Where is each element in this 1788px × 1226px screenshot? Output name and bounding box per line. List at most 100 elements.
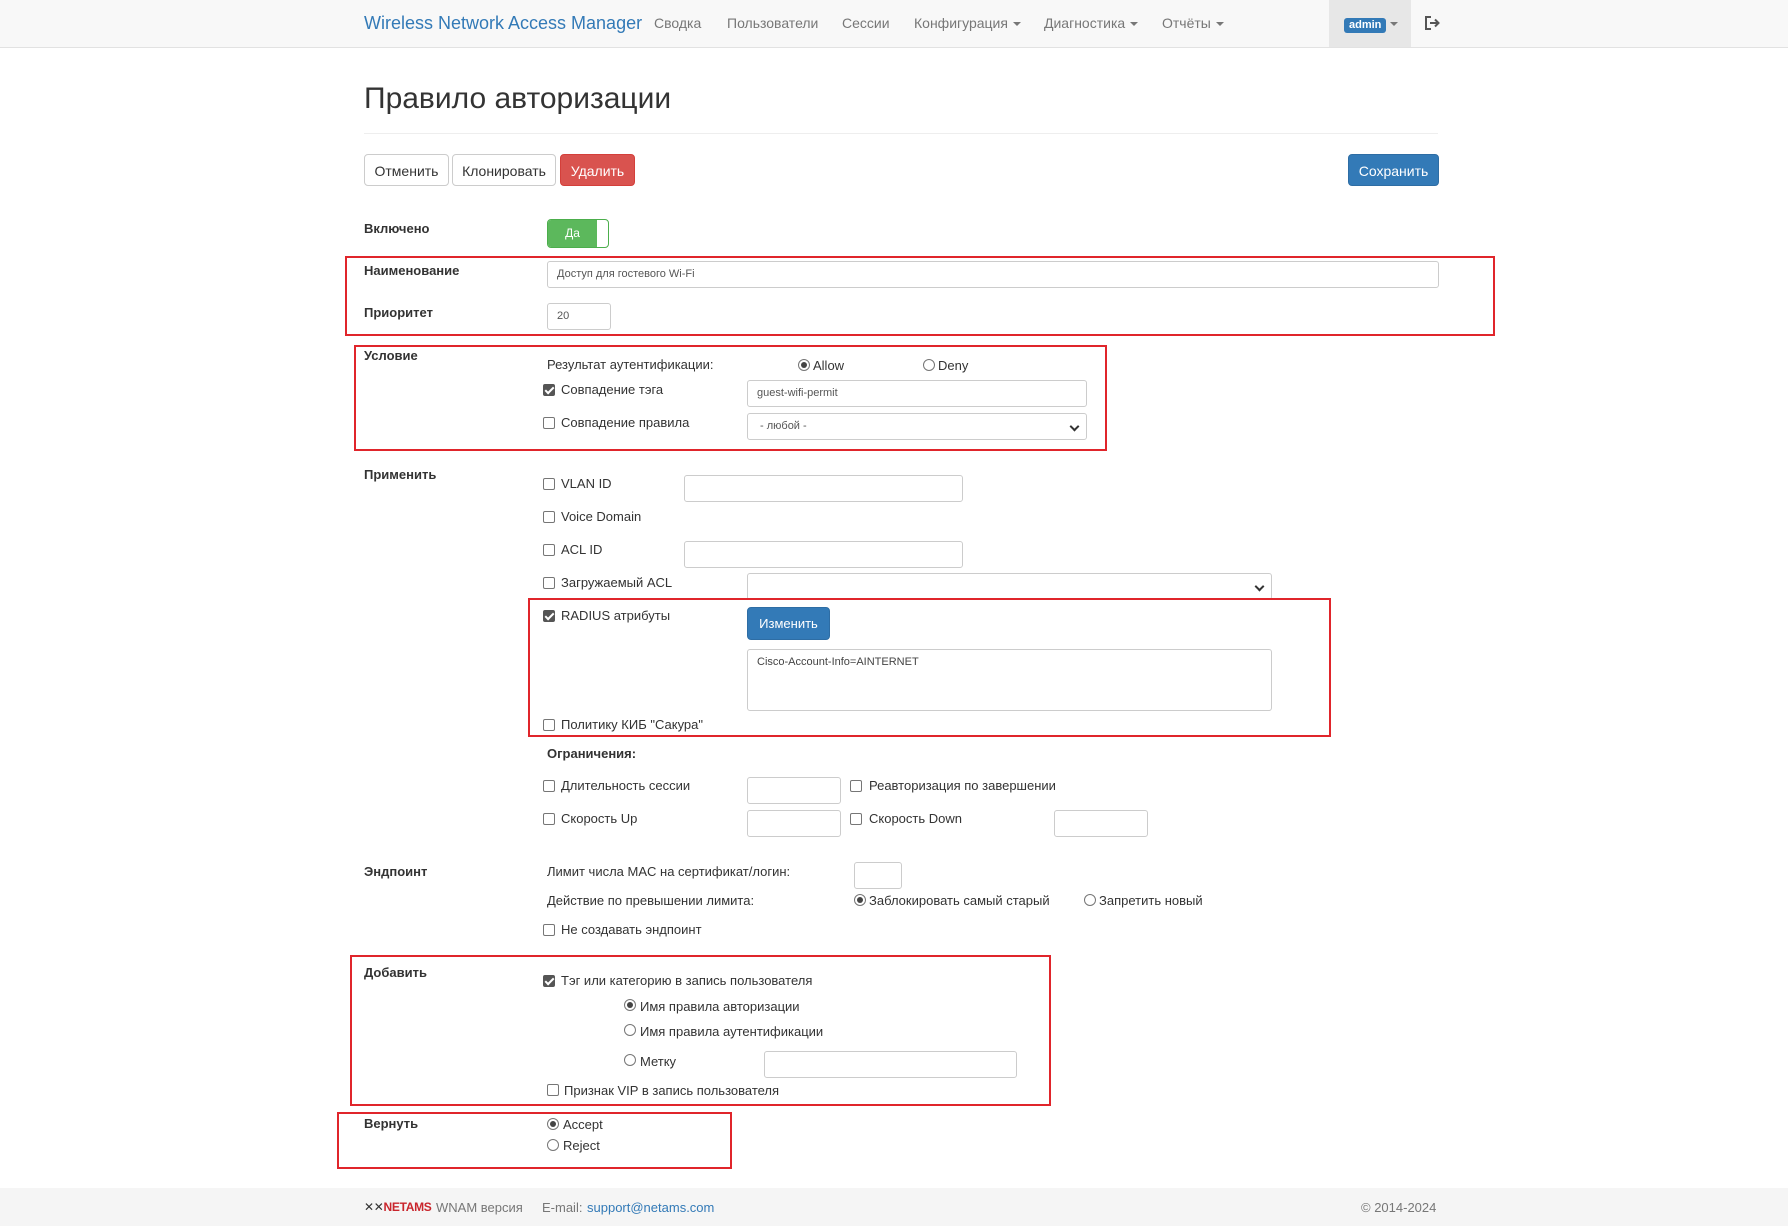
endpoint-label: Эндпоинт <box>364 864 428 879</box>
caret-down-icon <box>1012 22 1021 27</box>
no-create-endpoint-checkbox[interactable] <box>543 924 555 936</box>
apply-label: Применить <box>364 467 437 482</box>
delete-button[interactable]: Удалить <box>560 154 635 186</box>
priority-input[interactable]: 20 <box>547 303 611 330</box>
mark-input[interactable] <box>764 1051 1017 1078</box>
deny-label: Deny <box>938 358 969 373</box>
netams-logo: ✕✕NETAMS <box>364 1200 432 1214</box>
block-oldest-radio[interactable] <box>854 894 866 906</box>
user-badge: admin <box>1344 18 1387 33</box>
acl-id-checkbox[interactable] <box>543 544 555 556</box>
logo-mark-icon: ✕✕ <box>364 1200 384 1214</box>
reject-radio[interactable] <box>547 1139 559 1151</box>
nav-users[interactable]: Пользователи <box>727 15 818 31</box>
voice-domain-checkbox[interactable] <box>543 511 555 523</box>
auth-result-label: Результат аутентификации: <box>547 357 714 372</box>
authn-rule-name-radio[interactable] <box>624 1024 636 1036</box>
limit-action-label: Действие по превышении лимита: <box>547 893 755 908</box>
no-create-endpoint-label: Не создавать эндпоинт <box>561 922 702 937</box>
rule-match-label: Совпадение правила <box>561 415 690 430</box>
cancel-button[interactable]: Отменить <box>364 154 449 186</box>
vlan-id-checkbox[interactable] <box>543 478 555 490</box>
mac-limit-input[interactable] <box>854 862 902 889</box>
add-label: Добавить <box>364 965 427 980</box>
sakura-policy-label: Политику КИБ "Сакура" <box>561 717 703 732</box>
speed-down-checkbox[interactable] <box>850 813 862 825</box>
save-button[interactable]: Сохранить <box>1348 154 1439 186</box>
toggle-on-label: Да <box>548 220 597 247</box>
enabled-toggle[interactable]: Да <box>547 219 609 248</box>
nav-config[interactable]: Конфигурация <box>914 15 1021 31</box>
tag-match-label: Совпадение тэга <box>561 382 664 397</box>
voice-domain-label: Voice Domain <box>561 509 642 524</box>
footer-copyright: © 2014-2024 <box>1361 1200 1437 1215</box>
chevron-down-icon <box>1069 421 1080 432</box>
accept-label: Accept <box>563 1117 603 1132</box>
radius-attrs-checkbox[interactable] <box>543 610 555 622</box>
footer-version: WNAM версия <box>436 1200 523 1215</box>
caret-down-icon <box>1130 22 1139 27</box>
allow-radio[interactable] <box>798 359 810 371</box>
mark-label: Метку <box>640 1054 677 1069</box>
name-label: Наименование <box>364 263 460 278</box>
tag-category-checkbox[interactable] <box>543 975 555 987</box>
authn-rule-name-label: Имя правила аутентификации <box>640 1024 824 1039</box>
radius-attrs-textarea[interactable]: Cisco-Account-Info=AINTERNET <box>747 649 1272 711</box>
footer: ✕✕NETAMS WNAM версия E-mail: support@net… <box>0 1188 1788 1226</box>
rule-match-value: - любой - <box>760 420 807 432</box>
footer-email-label: E-mail: <box>542 1200 583 1215</box>
footer-email-link[interactable]: support@netams.com <box>587 1200 714 1215</box>
speed-up-label: Скорость Up <box>561 811 638 826</box>
sakura-policy-checkbox[interactable] <box>543 719 555 731</box>
nav-summary[interactable]: Сводка <box>654 15 701 31</box>
rule-match-select[interactable]: - любой - <box>747 413 1087 440</box>
speed-down-label: Скорость Down <box>869 811 962 826</box>
session-duration-checkbox[interactable] <box>543 780 555 792</box>
deny-new-radio[interactable] <box>1084 894 1096 906</box>
logout-icon[interactable] <box>1423 14 1441 32</box>
edit-radius-button[interactable]: Изменить <box>747 607 830 640</box>
downloadable-acl-label: Загружаемый ACL <box>561 575 673 590</box>
nav-reports[interactable]: Отчёты <box>1162 15 1224 31</box>
vlan-id-label: VLAN ID <box>561 476 612 491</box>
accept-radio[interactable] <box>547 1118 559 1130</box>
tag-match-checkbox[interactable] <box>543 384 555 396</box>
rule-match-checkbox[interactable] <box>543 417 555 429</box>
caret-down-icon <box>1390 22 1398 26</box>
divider <box>364 133 1438 134</box>
acl-id-input[interactable] <box>684 541 963 568</box>
vlan-id-input[interactable] <box>684 475 963 502</box>
nav-config-label: Конфигурация <box>914 15 1008 31</box>
session-duration-input[interactable] <box>747 777 841 804</box>
authz-rule-name-label: Имя правила авторизации <box>640 999 800 1014</box>
downloadable-acl-checkbox[interactable] <box>543 577 555 589</box>
downloadable-acl-select[interactable] <box>747 573 1272 600</box>
reauth-checkbox[interactable] <box>850 780 862 792</box>
mark-radio[interactable] <box>624 1054 636 1066</box>
speed-down-input[interactable] <box>1054 810 1148 837</box>
tag-match-input[interactable]: guest-wifi-permit <box>747 380 1087 407</box>
page-title: Правило авторизации <box>364 82 672 115</box>
speed-up-checkbox[interactable] <box>543 813 555 825</box>
user-menu[interactable]: admin <box>1329 0 1411 47</box>
caret-down-icon <box>1215 22 1224 27</box>
authz-rule-name-radio[interactable] <box>624 999 636 1011</box>
priority-label: Приоритет <box>364 305 433 320</box>
clone-button[interactable]: Клонировать <box>452 154 556 186</box>
name-input[interactable]: Доступ для гостевого Wi-Fi <box>547 261 1439 288</box>
brand-link[interactable]: Wireless Network Access Manager <box>364 13 642 34</box>
nav-diagnostics[interactable]: Диагностика <box>1044 15 1139 31</box>
vip-checkbox[interactable] <box>547 1084 559 1096</box>
logo-text: NETAMS <box>383 1200 432 1214</box>
speed-up-input[interactable] <box>747 810 841 837</box>
reauth-label: Реавторизация по завершении <box>869 778 1056 793</box>
deny-new-label: Запретить новый <box>1099 893 1203 908</box>
radius-attrs-label: RADIUS атрибуты <box>561 608 671 623</box>
mac-limit-label: Лимит числа MAC на сертификат/логин: <box>547 864 791 879</box>
reject-label: Reject <box>563 1138 600 1153</box>
acl-id-label: ACL ID <box>561 542 603 557</box>
deny-radio[interactable] <box>923 359 935 371</box>
nav-sessions[interactable]: Сессии <box>842 15 890 31</box>
limits-label: Ограничения: <box>547 746 637 761</box>
navbar: Wireless Network Access Manager Сводка П… <box>0 0 1788 48</box>
